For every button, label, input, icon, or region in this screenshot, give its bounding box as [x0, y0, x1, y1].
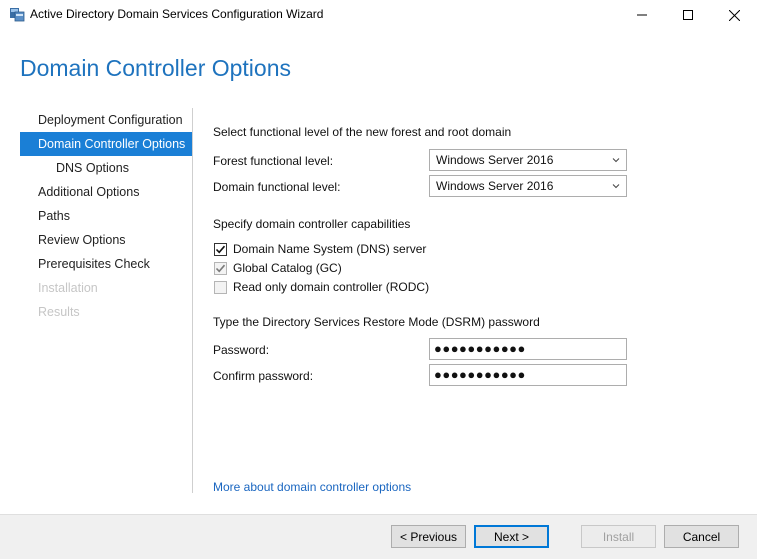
cancel-button[interactable]: Cancel	[664, 525, 739, 548]
rodc-label: Read only domain controller (RODC)	[233, 280, 430, 294]
nav-item-domain-controller-options[interactable]: Domain Controller Options	[20, 132, 192, 156]
global-catalog-checkbox	[214, 261, 227, 275]
server-icon	[9, 7, 25, 22]
global-catalog-label: Global Catalog (GC)	[233, 261, 342, 275]
checkmark-icon	[215, 264, 226, 272]
close-icon	[728, 9, 740, 21]
capabilities-heading: Specify domain controller capabilities	[213, 217, 411, 231]
domain-level-label: Domain functional level:	[213, 180, 341, 194]
confirm-password-value: ●●●●●●●●●●●	[434, 367, 526, 382]
maximize-icon	[683, 10, 693, 20]
nav-item-results: Results	[38, 305, 80, 319]
nav-item-review-options[interactable]: Review Options	[20, 228, 192, 252]
minimize-icon	[637, 14, 647, 16]
nav-item-paths[interactable]: Paths	[20, 204, 192, 228]
nav-item-prerequisites-check[interactable]: Prerequisites Check	[20, 252, 192, 276]
dns-server-checkbox[interactable]	[214, 242, 227, 256]
previous-button[interactable]: < Previous	[391, 525, 466, 548]
wizard-nav: Deployment Configuration Domain Controll…	[20, 108, 192, 324]
password-input[interactable]: ●●●●●●●●●●●	[429, 338, 627, 360]
global-catalog-option: Global Catalog (GC)	[214, 261, 342, 275]
domain-level-value: Windows Server 2016	[436, 179, 554, 193]
checkmark-icon	[215, 245, 226, 253]
maximize-button[interactable]	[665, 0, 711, 30]
minimize-button[interactable]	[619, 0, 665, 30]
functional-level-heading: Select functional level of the new fores…	[213, 125, 512, 139]
confirm-password-label: Confirm password:	[213, 369, 314, 383]
forest-level-label: Forest functional level:	[213, 154, 334, 168]
chevron-down-icon	[612, 184, 620, 189]
confirm-password-input[interactable]: ●●●●●●●●●●●	[429, 364, 627, 386]
wizard-footer: < Previous Next > Install Cancel	[0, 514, 757, 559]
rodc-option: Read only domain controller (RODC)	[214, 280, 429, 294]
dsrm-heading: Type the Directory Services Restore Mode…	[213, 315, 540, 329]
nav-item-installation: Installation	[38, 281, 98, 295]
more-about-options-link[interactable]: More about domain controller options	[213, 480, 411, 494]
title-bar: Active Directory Domain Services Configu…	[0, 0, 757, 30]
dns-server-option[interactable]: Domain Name System (DNS) server	[214, 242, 426, 256]
dns-server-label: Domain Name System (DNS) server	[233, 242, 427, 256]
chevron-down-icon	[612, 158, 620, 163]
page-title: Domain Controller Options	[20, 55, 292, 81]
nav-item-dns-options[interactable]: DNS Options	[20, 156, 192, 180]
rodc-checkbox	[214, 280, 227, 294]
password-label: Password:	[213, 343, 270, 357]
nav-divider	[192, 108, 193, 493]
password-value: ●●●●●●●●●●●	[434, 341, 526, 356]
domain-level-select[interactable]: Windows Server 2016	[429, 175, 627, 197]
nav-item-additional-options[interactable]: Additional Options	[20, 180, 192, 204]
forest-level-select[interactable]: Windows Server 2016	[429, 149, 627, 171]
close-button[interactable]	[711, 0, 757, 30]
forest-level-value: Windows Server 2016	[436, 153, 554, 167]
install-button: Install	[581, 525, 656, 548]
next-button[interactable]: Next >	[474, 525, 549, 548]
window-title: Active Directory Domain Services Configu…	[30, 7, 324, 21]
nav-item-deployment-configuration[interactable]: Deployment Configuration	[20, 108, 192, 132]
